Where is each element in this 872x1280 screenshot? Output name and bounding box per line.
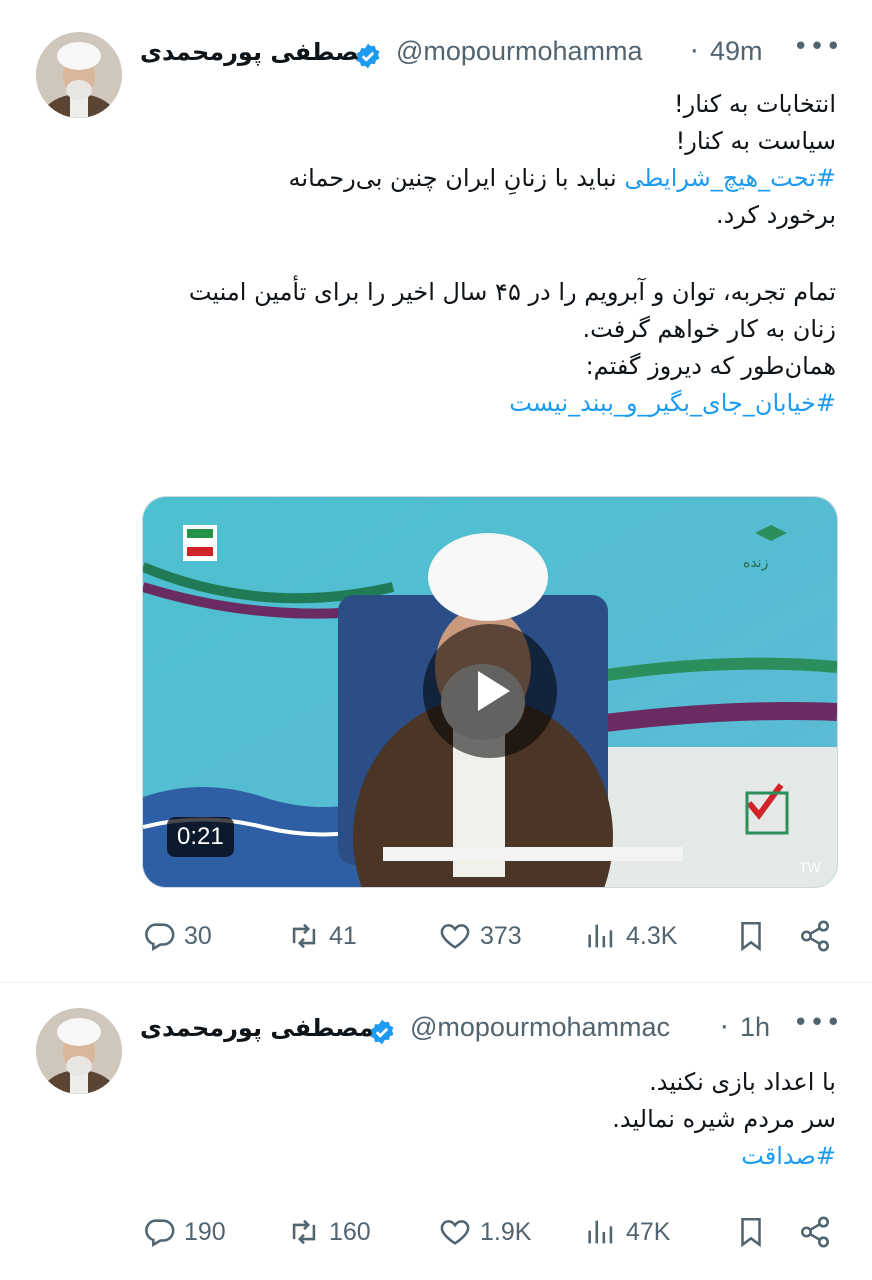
like-count: 1.9K bbox=[480, 1217, 532, 1246]
text-line: #خیابان_جای_بگیر_و_ببند_نیست bbox=[136, 385, 836, 422]
timestamp[interactable]: 49m bbox=[710, 38, 763, 67]
text-line: انتخابات به کنار! bbox=[674, 90, 836, 118]
timestamp[interactable]: 1h bbox=[740, 1014, 770, 1043]
verified-badge-icon bbox=[370, 1019, 394, 1045]
text-line: تمام تجربه، توان و آبرویم را در ۴۵ سال ا… bbox=[188, 278, 836, 306]
watermark: TW bbox=[799, 859, 821, 875]
avatar[interactable] bbox=[36, 1008, 122, 1094]
views-button[interactable]: 4.3K bbox=[584, 914, 677, 958]
repost-button[interactable]: 160 bbox=[287, 1210, 371, 1254]
share-icon bbox=[800, 920, 830, 952]
reply-count: 30 bbox=[184, 921, 212, 950]
repost-button[interactable]: 41 bbox=[287, 914, 357, 958]
reply-count: 190 bbox=[184, 1217, 226, 1246]
play-button[interactable] bbox=[423, 624, 557, 758]
views-icon bbox=[588, 924, 613, 948]
text-line: سیاست به کنار! bbox=[675, 127, 836, 155]
bookmark-button[interactable] bbox=[734, 914, 776, 958]
separator-dot: · bbox=[690, 38, 699, 67]
tweet-divider bbox=[0, 982, 872, 983]
reply-icon bbox=[145, 923, 175, 952]
views-button[interactable]: 47K bbox=[584, 1210, 670, 1254]
text-line: زنان به کار خواهم گرفت. bbox=[582, 315, 836, 343]
video-duration: 0:21 bbox=[167, 817, 234, 857]
hashtag-link[interactable]: #خیابان_جای_بگیر_و_ببند_نیست bbox=[509, 389, 836, 417]
text-line: #تحت_هیچ_شرایطی نباید با زنانِ ایران چنی… bbox=[288, 164, 836, 192]
avatar[interactable] bbox=[36, 32, 122, 118]
channel-label: زنده bbox=[743, 555, 769, 571]
share-icon bbox=[800, 1216, 830, 1248]
verified-badge-icon bbox=[356, 43, 380, 69]
heart-icon bbox=[440, 924, 470, 949]
like-button[interactable]: 1.9K bbox=[438, 1210, 531, 1254]
text-line: همان‌طور که دیروز گفتم: bbox=[585, 352, 836, 380]
tweet-2[interactable]: مصطفی پورمحمدی @mopourmohammac · 1h ••• … bbox=[0, 984, 872, 1280]
hashtag-link[interactable]: #تحت_هیچ_شرایطی bbox=[624, 164, 836, 192]
text-line: #صداقت bbox=[136, 1138, 836, 1175]
handle[interactable]: @mopourmohammac bbox=[410, 1014, 716, 1043]
like-button[interactable]: 373 bbox=[438, 914, 522, 958]
tweet-1[interactable]: مصطفی پورمحمدی @mopourmohamma · 49m ••• … bbox=[0, 0, 872, 980]
share-button[interactable] bbox=[798, 914, 840, 958]
share-button[interactable] bbox=[798, 1210, 840, 1254]
tweet-text: انتخابات به کنار! سیاست به کنار! #تحت_هی… bbox=[136, 86, 836, 422]
more-icon[interactable]: ••• bbox=[793, 1014, 842, 1038]
views-count: 47K bbox=[626, 1217, 671, 1246]
views-icon bbox=[588, 1220, 613, 1244]
text-line: سر مردم شیره نمالید. bbox=[612, 1105, 836, 1133]
views-count: 4.3K bbox=[626, 921, 678, 950]
bookmark-icon bbox=[741, 921, 761, 952]
more-icon[interactable]: ••• bbox=[793, 38, 842, 62]
bookmark-button[interactable] bbox=[734, 1210, 776, 1254]
display-name[interactable]: مصطفی پورمحمدی bbox=[140, 38, 374, 66]
reply-button[interactable]: 30 bbox=[142, 914, 212, 958]
repost-count: 160 bbox=[329, 1217, 371, 1246]
tweet-text: با اعداد بازی نکنید. سر مردم شیره نمالید… bbox=[136, 1064, 836, 1175]
hashtag-link[interactable]: #صداقت bbox=[741, 1142, 836, 1170]
text-line: برخورد کرد. bbox=[715, 201, 836, 229]
heart-icon bbox=[440, 1220, 470, 1245]
display-name[interactable]: مصطفی پورمحمدی bbox=[140, 1014, 374, 1042]
repost-icon bbox=[292, 1219, 316, 1245]
repost-count: 41 bbox=[329, 921, 357, 950]
reply-icon bbox=[145, 1219, 175, 1248]
action-bar: 190 160 1.9K 47K bbox=[142, 1210, 836, 1254]
action-bar: 30 41 373 4.3K bbox=[142, 914, 836, 958]
play-icon bbox=[478, 671, 510, 711]
repost-icon bbox=[292, 923, 316, 949]
video-player[interactable]: زنده TW 0:21 bbox=[142, 496, 838, 888]
bookmark-icon bbox=[741, 1217, 761, 1248]
handle[interactable]: @mopourmohamma bbox=[396, 38, 686, 67]
reply-button[interactable]: 190 bbox=[142, 1210, 226, 1254]
text-line: با اعداد بازی نکنید. bbox=[649, 1068, 836, 1096]
like-count: 373 bbox=[480, 921, 522, 950]
separator-dot: · bbox=[720, 1014, 729, 1043]
